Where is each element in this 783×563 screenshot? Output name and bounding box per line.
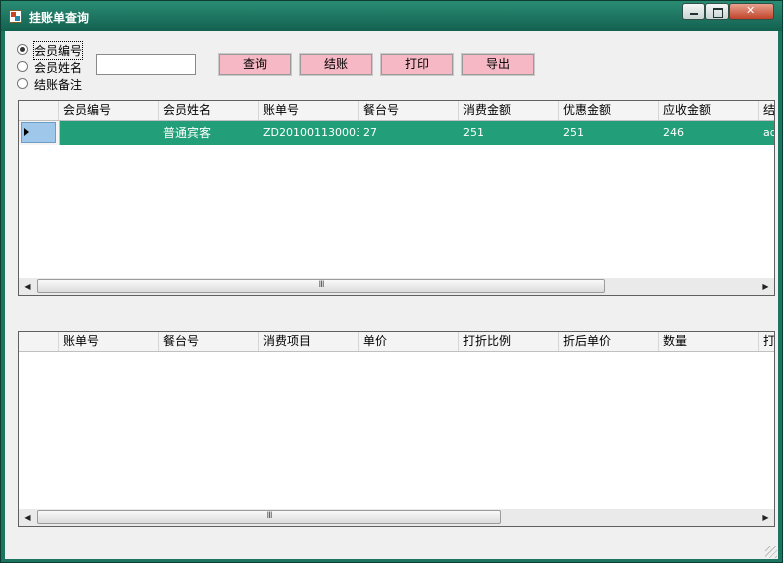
title-bar[interactable]: 挂账单查询 (1, 1, 782, 31)
scroll-left-icon[interactable]: ◀ (19, 509, 36, 526)
scroll-right-icon[interactable]: ▶ (757, 278, 774, 295)
radio-dot-icon (17, 61, 28, 72)
radio-label: 会员编号 (32, 41, 84, 60)
column-header[interactable]: 餐台号 (159, 332, 259, 351)
app-icon (9, 10, 22, 23)
window-title: 挂账单查询 (29, 11, 90, 25)
radio-dot-icon (17, 44, 28, 55)
cell-member-name[interactable]: 普通宾客 (159, 121, 259, 145)
column-header[interactable]: 餐台号 (359, 101, 459, 120)
column-header[interactable]: 账单号 (59, 332, 159, 351)
column-header[interactable]: 打折比例 (459, 332, 559, 351)
cell-member-id[interactable] (59, 121, 159, 145)
row-header[interactable] (19, 121, 60, 145)
horizontal-scrollbar[interactable]: ◀ III ▶ (19, 278, 774, 295)
column-header[interactable]: 应收金额 (659, 101, 759, 120)
cell-receivable-amount[interactable]: 246 (659, 121, 759, 145)
export-button[interactable]: 导出 (461, 53, 535, 76)
column-header[interactable]: 数量 (659, 332, 759, 351)
settle-button[interactable]: 结账 (299, 53, 373, 76)
client-area: 会员编号 会员姓名 结账备注 查询 结账 打印 导出 会员编号 会员姓名 账单号… (5, 31, 778, 559)
bill-detail-grid[interactable]: 账单号 餐台号 消费项目 单价 打折比例 折后单价 数量 打 ◀ III ▶ (18, 331, 775, 527)
scroll-grip: III (318, 280, 325, 290)
grid-header: 账单号 餐台号 消费项目 单价 打折比例 折后单价 数量 打 (19, 332, 774, 352)
column-header[interactable]: 结 (759, 101, 774, 120)
scroll-grip: III (266, 511, 273, 521)
maximize-icon[interactable] (705, 3, 729, 20)
print-button[interactable]: 打印 (380, 53, 454, 76)
resize-grip-icon[interactable] (765, 546, 777, 558)
query-button[interactable]: 查询 (218, 53, 292, 76)
column-header[interactable]: 折后单价 (559, 332, 659, 351)
column-header[interactable]: 会员编号 (59, 101, 159, 120)
column-header[interactable]: 消费金额 (459, 101, 559, 120)
cell-discount-amount[interactable]: 251 (559, 121, 659, 145)
grid-header: 会员编号 会员姓名 账单号 餐台号 消费金额 优惠金额 应收金额 结 (19, 101, 774, 121)
close-icon[interactable] (729, 3, 774, 20)
scroll-left-icon[interactable]: ◀ (19, 278, 36, 295)
search-input[interactable] (96, 54, 196, 75)
row-pointer-icon (24, 128, 29, 136)
cell-consume-amount[interactable]: 251 (459, 121, 559, 145)
scroll-thumb[interactable]: III (37, 510, 501, 524)
column-header[interactable]: 优惠金额 (559, 101, 659, 120)
column-header[interactable]: 单价 (359, 332, 459, 351)
scroll-thumb[interactable]: III (37, 279, 605, 293)
horizontal-scrollbar[interactable]: ◀ III ▶ (19, 509, 774, 526)
row-header-corner (19, 101, 59, 120)
app-window: 挂账单查询 会员编号 会员姓名 结账备注 查询 结账 打印 导出 会员编号 会员… (0, 0, 783, 563)
table-row[interactable]: 普通宾客 ZD201001130003 27 251 251 246 ad (19, 121, 774, 145)
bill-grid[interactable]: 会员编号 会员姓名 账单号 餐台号 消费金额 优惠金额 应收金额 结 普通宾客 … (18, 100, 775, 296)
row-header-corner (19, 332, 59, 351)
scroll-right-icon[interactable]: ▶ (757, 509, 774, 526)
column-header[interactable]: 消费项目 (259, 332, 359, 351)
radio-dot-icon (17, 78, 28, 89)
cell-bill-no[interactable]: ZD201001130003 (259, 121, 359, 145)
minimize-icon[interactable] (682, 3, 705, 20)
column-header[interactable]: 账单号 (259, 101, 359, 120)
column-header[interactable]: 会员姓名 (159, 101, 259, 120)
cell-table-no[interactable]: 27 (359, 121, 459, 145)
radio-label: 结账备注 (34, 78, 83, 92)
radio-label: 会员姓名 (34, 61, 83, 75)
cell-settle-note[interactable]: ad (759, 121, 774, 145)
column-header[interactable]: 打 (759, 332, 774, 351)
